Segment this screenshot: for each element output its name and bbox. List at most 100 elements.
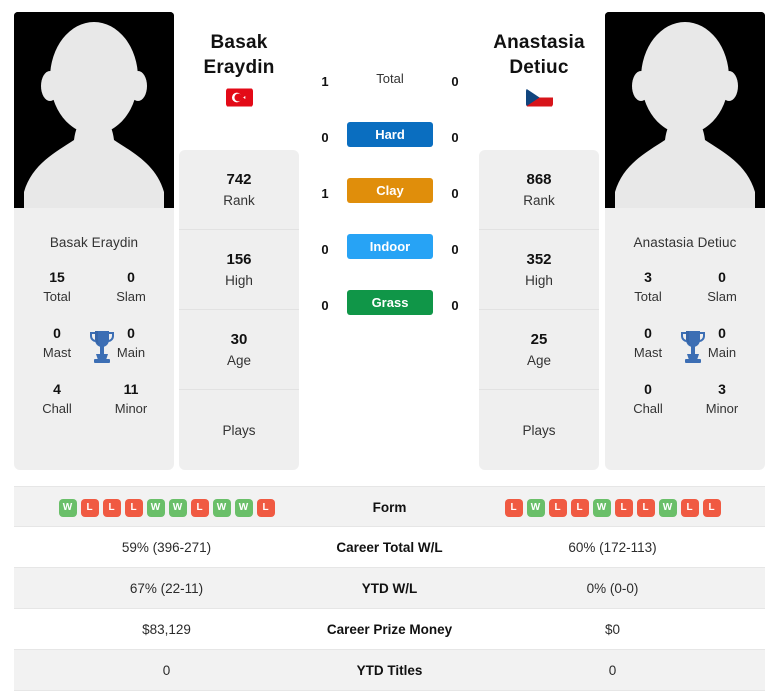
titles-chall-right: 0 Chall <box>613 380 683 418</box>
player-rank-card-right: 868 Rank 352 High 25 Age Plays <box>479 150 599 470</box>
stat-row-label: Career Total W/L <box>336 540 443 555</box>
stat-value-right: 0 <box>608 663 617 678</box>
form-badge-loss[interactable]: L <box>636 498 655 517</box>
stat-row-label: YTD Titles <box>356 663 423 678</box>
player-first-name-left: Basak <box>210 32 268 53</box>
rank-cell-high-left: 156 High <box>179 230 299 310</box>
titles-total-value: 15 <box>49 269 65 285</box>
titles-minor-value: 3 <box>718 381 726 397</box>
titles-mast-label: Mast <box>42 345 72 360</box>
titles-total-right: 3 Total <box>613 268 683 306</box>
form-badge-win[interactable]: W <box>146 498 165 517</box>
form-badge-win[interactable]: W <box>168 498 187 517</box>
age-value: 30 <box>230 330 248 348</box>
age-label: Age <box>526 352 552 368</box>
titles-grid-right: 3 Total 0 Slam 0 Mast 0 Main 0 Chall 3 M… <box>605 264 765 454</box>
player-first-name-right: Anastasia <box>493 32 585 53</box>
rank-cell-age-right: 25 Age <box>479 310 599 390</box>
rank-cell-plays-right: Plays <box>479 390 599 470</box>
form-badge-loss[interactable]: L <box>80 498 99 517</box>
age-value: 25 <box>530 330 548 348</box>
h2h-surface-label-indoor[interactable]: Indoor <box>347 234 433 259</box>
player-rank-card-left: 742 Rank 156 High 30 Age Plays <box>179 150 299 470</box>
rank-value: 868 <box>526 170 552 188</box>
titles-grid-left: 15 Total 0 Slam 0 Mast 0 Main 4 Chall 11… <box>14 264 174 454</box>
rank-cell-age-left: 30 Age <box>179 310 299 390</box>
titles-chall-value: 4 <box>53 381 61 397</box>
form-badge-loss[interactable]: L <box>680 498 699 517</box>
stat-value-right: $0 <box>604 622 621 637</box>
h2h-row-hard: 0 Hard 0 <box>300 116 480 172</box>
form-badge-win[interactable]: W <box>526 498 545 517</box>
h2h-surface-label-hard[interactable]: Hard <box>347 122 433 147</box>
h2h-row-indoor: 0 Indoor 0 <box>300 228 480 284</box>
player-name-left: Basak Eraydin <box>49 235 139 250</box>
h2h-right-count: 0 <box>451 186 459 201</box>
trophy-icon <box>681 331 705 363</box>
h2h-left-count: 0 <box>321 298 329 313</box>
titles-mast-right: 0 Mast <box>613 324 683 362</box>
titles-minor-value: 11 <box>123 381 139 397</box>
h2h-surface-label-grass[interactable]: Grass <box>347 290 433 315</box>
form-badge-loss[interactable]: L <box>614 498 633 517</box>
titles-minor-label: Minor <box>114 401 148 416</box>
stat-value-left: 67% (22-11) <box>129 581 204 596</box>
form-badge-loss[interactable]: L <box>548 498 567 517</box>
titles-total-label: Total <box>43 289 71 304</box>
trophy-icon <box>90 331 114 363</box>
h2h-right-count: 0 <box>451 130 459 145</box>
form-badge-loss[interactable]: L <box>504 498 523 517</box>
h2h-left-count: 1 <box>321 186 329 201</box>
form-badge-win[interactable]: W <box>234 498 253 517</box>
stat-value-right: 0% (0-0) <box>586 581 639 596</box>
titles-chall-left: 4 Chall <box>22 380 92 418</box>
rank-value: 742 <box>226 170 252 188</box>
titles-mast-left: 0 Mast <box>22 324 92 362</box>
h2h-right-count: 0 <box>451 298 459 313</box>
titles-slam-value: 0 <box>127 269 135 285</box>
form-badge-loss[interactable]: L <box>702 498 721 517</box>
rank-cell-high-right: 352 High <box>479 230 599 310</box>
stat-row-label: YTD W/L <box>361 581 418 596</box>
stat-value-right: LWLLWLLWLL <box>460 487 765 528</box>
h2h-surface-label-total: Total <box>376 71 404 86</box>
player-titles-card-right: Anastasia Detiuc 3 Total 0 Slam 0 Mast 0… <box>605 222 765 470</box>
titles-mast-value: 0 <box>644 325 652 341</box>
titles-chall-label: Chall <box>633 401 663 416</box>
stat-value-left: $83,129 <box>142 622 191 637</box>
h2h-row-grass: 0 Grass 0 <box>300 284 480 340</box>
form-badge-loss[interactable]: L <box>256 498 275 517</box>
h2h-right-count: 0 <box>451 74 459 89</box>
titles-slam-label: Slam <box>116 289 146 304</box>
titles-total-label: Total <box>634 289 662 304</box>
form-badge-win[interactable]: W <box>658 498 677 517</box>
form-badge-loss[interactable]: L <box>570 498 589 517</box>
form-badge-win[interactable]: W <box>592 498 611 517</box>
turkey-flag-icon <box>225 88 253 107</box>
form-badge-win[interactable]: W <box>212 498 231 517</box>
titles-total-left: 15 Total <box>22 268 92 306</box>
h2h-row-clay: 1 Clay 0 <box>300 172 480 228</box>
h2h-surface-label-clay[interactable]: Clay <box>347 178 433 203</box>
h2h-right-count: 0 <box>451 242 459 257</box>
player-name-right: Anastasia Detiuc <box>633 235 737 250</box>
titles-slam-label: Slam <box>707 289 737 304</box>
h2h-left-count: 0 <box>321 242 329 257</box>
high-value: 352 <box>526 250 552 268</box>
form-badge-loss[interactable]: L <box>190 498 209 517</box>
form-strip-left: WLLLWWLWWL <box>58 498 275 517</box>
h2h-row-total: 1 Total 0 <box>300 60 480 116</box>
table-row: W L L L W W L W W L Form L W L L W L L W L L <box>14 486 765 527</box>
age-label: Age <box>226 352 252 368</box>
table-row: 67% (22-11) YTD W/L 0% (0-0) <box>14 568 765 609</box>
titles-total-value: 3 <box>644 269 652 285</box>
form-badge-loss[interactable]: L <box>102 498 121 517</box>
form-badge-loss[interactable]: L <box>124 498 143 517</box>
rank-label: Rank <box>223 192 255 208</box>
high-value: 156 <box>226 250 252 268</box>
h2h-left-count: 0 <box>321 130 329 145</box>
titles-minor-label: Minor <box>705 401 739 416</box>
titles-minor-right: 3 Minor <box>687 380 757 418</box>
form-badge-win[interactable]: W <box>58 498 77 517</box>
titles-chall-label: Chall <box>42 401 72 416</box>
